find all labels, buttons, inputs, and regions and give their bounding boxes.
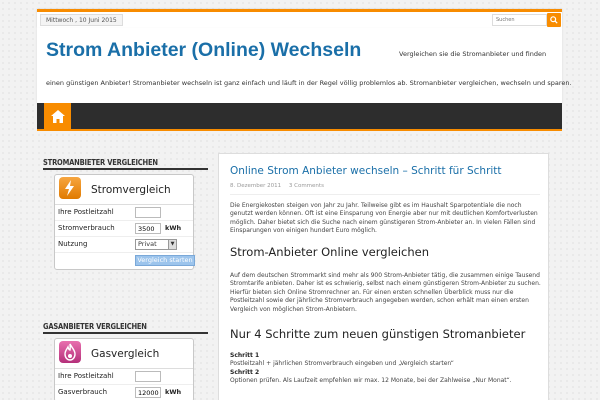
gas-section-divider: [43, 332, 208, 334]
home-button[interactable]: [44, 103, 71, 129]
strom-section-title: STROMANBIETER VERGLEICHEN: [43, 158, 158, 167]
gas-unit-label: kWh: [165, 388, 182, 396]
top-bar: Mittwoch , 10 Juni 2015: [37, 9, 562, 28]
post-comments-link[interactable]: 3 Comments: [289, 183, 324, 189]
gasvergleich-widget: Gasvergleich Ihre Postleitzahl Gasverbra…: [54, 338, 194, 400]
gas-section-title: GASANBIETER VERGLEICHEN: [43, 322, 147, 331]
nutzung-select[interactable]: Privat ▼: [135, 239, 177, 250]
search-icon: [550, 16, 558, 24]
post-steps: Schritt 1 Postleitzahl + jährlichen Stro…: [230, 352, 545, 386]
post-intro-paragraph: Die Energiekosten steigen von Jahr zu Ja…: [230, 202, 538, 235]
gas-plz-row: Ihre Postleitzahl: [55, 369, 193, 385]
stromvergleich-title: Stromvergleich: [91, 184, 171, 196]
post-meta: 8. Dezember 2011 3 Comments: [230, 183, 330, 189]
strom-plz-label: Ihre Postleitzahl: [58, 208, 114, 216]
gas-verbrauch-label: Gasverbrauch: [58, 388, 108, 396]
vergleich-starten-button[interactable]: Vergleich starten: [135, 255, 195, 266]
flame-icon: [59, 341, 81, 363]
site-tagline-line1: Vergleichen sie die Stromanbieter und fi…: [399, 50, 547, 58]
post-title[interactable]: Online Strom Anbieter wechseln – Schritt…: [230, 165, 502, 177]
post-paragraph-strommarkt: Auf dem deutschen Strommarkt sind mehr a…: [230, 272, 541, 313]
chevron-down-icon: ▼: [168, 240, 176, 249]
strom-section-divider: [43, 168, 208, 170]
strom-plz-row: Ihre Postleitzahl: [55, 205, 193, 221]
strom-nutzung-label: Nutzung: [58, 240, 88, 248]
gas-verbrauch-input[interactable]: [135, 387, 161, 398]
gasvergleich-header: Gasvergleich: [55, 339, 193, 369]
stromvergleich-header: Stromvergleich: [55, 175, 193, 205]
nutzung-selected-value: Privat: [138, 240, 157, 248]
strom-plz-input[interactable]: [135, 207, 161, 218]
step2-text: Optionen prüfen. Als Laufzeit empfehlen …: [230, 377, 512, 385]
stromvergleich-widget: Stromvergleich Ihre Postleitzahl Stromve…: [54, 174, 195, 270]
lightning-icon: [59, 177, 81, 199]
strom-unit-label: kWh: [165, 224, 182, 232]
strom-verbrauch-input[interactable]: [135, 223, 161, 234]
gasvergleich-title: Gasvergleich: [91, 348, 160, 360]
strom-nutzung-row: Nutzung Privat ▼: [55, 237, 193, 253]
home-icon: [50, 109, 65, 123]
post-heading-schritte: Nur 4 Schritte zum neuen günstigen Strom…: [230, 327, 526, 341]
post-divider: [230, 194, 540, 195]
gas-verbrauch-row: Gasverbrauch kWh: [55, 385, 193, 400]
search-button[interactable]: [547, 13, 561, 27]
post-heading-vergleichen: Strom-Anbieter Online vergleichen: [230, 245, 430, 259]
search-input[interactable]: [492, 14, 547, 26]
current-date: Mittwoch , 10 Juni 2015: [40, 14, 123, 26]
main-navigation: [37, 103, 562, 131]
post-date: 8. Dezember 2011: [230, 183, 282, 189]
step2-label: Schritt 2: [230, 368, 260, 376]
site-tagline-line2: einen günstigen Anbieter! Stromanbieter …: [46, 79, 572, 87]
gas-plz-label: Ihre Postleitzahl: [58, 372, 114, 380]
strom-verbrauch-row: Stromverbrauch kWh: [55, 221, 193, 237]
gas-plz-input[interactable]: [135, 371, 161, 382]
post-article: Online Strom Anbieter wechseln – Schritt…: [218, 153, 549, 400]
site-title[interactable]: Strom Anbieter (Online) Wechseln: [46, 39, 361, 62]
site-header: Strom Anbieter (Online) Wechseln Verglei…: [37, 28, 572, 103]
step1-label: Schritt 1: [230, 352, 260, 359]
strom-verbrauch-label: Stromverbrauch: [58, 224, 115, 232]
step1-text: Postleitzahl + jährlichen Stromverbrauch…: [230, 360, 454, 368]
strom-submit-row: Vergleich starten: [55, 253, 195, 269]
